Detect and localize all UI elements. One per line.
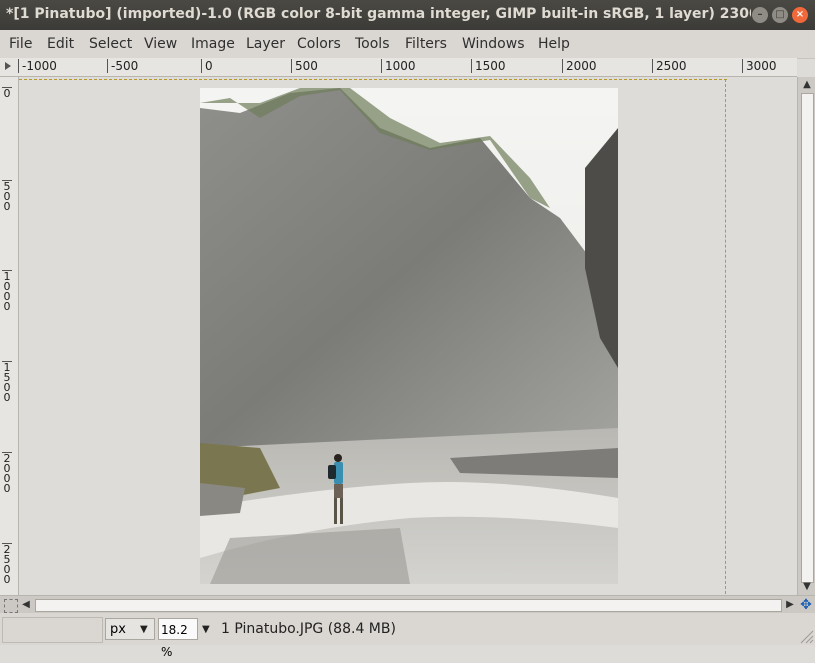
canvas-boundary [725,79,726,595]
menu-layer[interactable]: Layer [246,36,285,52]
vertical-ruler[interactable]: 0 500 1000 1500 2000 2500 [0,77,19,595]
chevron-down-icon[interactable]: ▼ [202,624,210,635]
zoom-input[interactable]: 18.2 % [158,618,198,659]
window-title: *[1 Pinatubo] (imported)-1.0 (RGB color … [6,6,751,22]
ruler-tick-label: 500 [291,59,318,73]
ruler-tick-label: 500 [2,180,12,213]
menu-select[interactable]: Select [89,36,132,52]
unit-value: px [110,622,126,637]
menu-tools[interactable]: Tools [355,36,390,52]
menu-bar: File Edit Select View Image Layer Colors… [0,30,815,59]
horizontal-ruler[interactable]: -1000 -500 0 500 1000 1500 2000 2500 300… [18,58,797,77]
horizontal-scrollbar[interactable]: ◀ ▶ ✥ [0,595,815,614]
resize-grip-icon[interactable] [800,630,814,644]
chevron-down-icon[interactable]: ▼ [140,624,148,635]
ruler-tick-label: 2000 [562,59,597,73]
ruler-tick-label: 0 [2,87,12,100]
vertical-scrollbar[interactable]: ▲ ▼ [797,77,815,595]
menu-windows[interactable]: Windows [462,36,525,52]
menu-image[interactable]: Image [191,36,235,52]
menu-view[interactable]: View [144,36,177,52]
scroll-up-icon[interactable]: ▲ [798,79,815,90]
image-layer[interactable] [200,88,618,584]
ruler-tick-label: 0 [201,59,213,73]
ruler-tick-label: 3000 [742,59,777,73]
canvas-boundary [19,79,727,80]
scroll-trough[interactable] [35,599,782,612]
ruler-tick-label: 1000 [381,59,416,73]
ruler-tick-label: 2500 [652,59,687,73]
navigate-icon[interactable] [4,599,18,613]
menu-colors[interactable]: Colors [297,36,341,52]
status-bar: px ▼ 18.2 % ▼ 1 Pinatubo.JPG (88.4 MB) [0,613,815,659]
minimize-icon[interactable]: – [752,7,768,23]
file-info: 1 Pinatubo.JPG (88.4 MB) [221,621,396,637]
ruler-tick-label: 2500 [2,543,12,586]
scroll-trough[interactable] [801,93,814,583]
menu-file[interactable]: File [9,36,32,52]
menu-help[interactable]: Help [538,36,570,52]
menu-filters[interactable]: Filters [405,36,447,52]
pointer-coordinates [2,617,103,643]
scroll-left-icon[interactable]: ◀ [17,599,35,610]
zoom-icon[interactable]: ✥ [797,596,815,614]
ruler-tick-label: 2000 [2,452,12,495]
ruler-tick-label: 1500 [471,59,506,73]
close-icon[interactable]: × [792,7,808,23]
image-canvas[interactable] [19,77,797,595]
maximize-icon[interactable]: □ [772,7,788,23]
menu-edit[interactable]: Edit [47,36,74,52]
title-bar: *[1 Pinatubo] (imported)-1.0 (RGB color … [0,0,815,30]
scroll-down-icon[interactable]: ▼ [798,581,815,592]
quick-mask-toggle[interactable] [0,58,19,77]
ruler-tick-label: -500 [107,59,138,73]
zoom-value: 18.2 % [161,623,188,659]
ruler-tick-label: 1000 [2,270,12,313]
ruler-tick-label: -1000 [18,59,57,73]
ruler-tick-label: 1500 [2,361,12,404]
